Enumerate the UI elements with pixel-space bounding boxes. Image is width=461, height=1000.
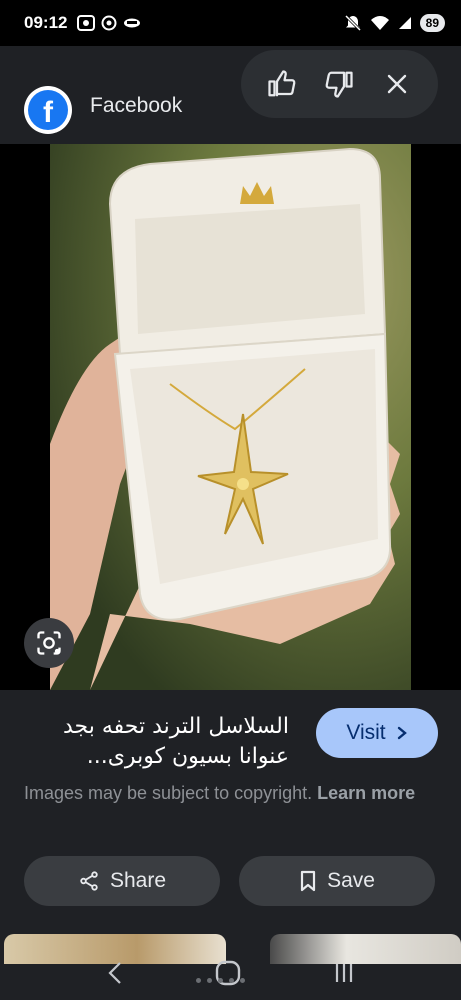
learn-more-link[interactable]: Learn more — [317, 783, 415, 803]
mask-icon — [124, 18, 141, 28]
page-dot — [240, 978, 245, 983]
close-icon — [387, 74, 407, 94]
thumbs-up-button[interactable] — [258, 60, 306, 108]
page-dot — [229, 978, 234, 983]
share-button[interactable]: Share — [24, 856, 220, 906]
home-button[interactable] — [214, 959, 242, 992]
page-dots — [196, 978, 245, 983]
result-header: f Facebook — [0, 46, 461, 144]
visit-label: Visit — [346, 721, 386, 744]
status-right-icons: 89 — [344, 14, 445, 32]
screenshot-icon — [77, 15, 96, 31]
thumbs-down-button[interactable] — [315, 60, 363, 108]
lens-icon — [37, 631, 61, 655]
visit-button[interactable]: Visit — [316, 708, 438, 758]
facebook-logo[interactable]: f — [24, 86, 72, 134]
status-time: 09:12 — [24, 13, 68, 32]
page-dot — [196, 978, 201, 983]
battery-indicator: 89 — [419, 14, 445, 32]
save-label: Save — [327, 869, 375, 892]
share-icon — [80, 871, 98, 891]
thumbs-down-icon — [326, 71, 354, 98]
image-preview-area — [0, 144, 461, 690]
wifi-icon — [370, 16, 389, 30]
recents-button[interactable] — [332, 961, 356, 990]
result-image[interactable] — [50, 144, 411, 690]
lens-button[interactable] — [24, 618, 74, 668]
page-dot — [207, 978, 212, 983]
feedback-pill — [241, 50, 438, 118]
system-nav-bar — [0, 950, 461, 1000]
status-left-icons — [77, 15, 141, 31]
copyright-text: Images may be subject to copyright. — [24, 783, 318, 803]
page-dot — [218, 978, 223, 983]
copyright-notice: Images may be subject to copyright. Lear… — [24, 780, 434, 806]
facebook-logo-mark: f — [28, 90, 68, 130]
recents-icon — [336, 963, 353, 982]
chevron-right-icon — [397, 726, 407, 740]
save-button[interactable]: Save — [239, 856, 435, 906]
source-name[interactable]: Facebook — [90, 94, 182, 118]
result-title[interactable]: السلاسل الترند تحفه بجد عنوانا بسيون كوب… — [24, 712, 289, 772]
mute-icon — [344, 14, 361, 32]
status-bar: 09:12 89 — [0, 0, 461, 46]
close-button[interactable] — [373, 60, 421, 108]
thumbs-up-icon — [268, 70, 296, 97]
share-label: Share — [109, 869, 167, 892]
necklace-box-illustration — [50, 144, 411, 690]
location-icon — [101, 15, 117, 31]
bookmark-icon — [300, 870, 316, 892]
back-icon — [108, 961, 121, 984]
back-button[interactable] — [105, 961, 125, 990]
signal-icon — [398, 17, 411, 29]
